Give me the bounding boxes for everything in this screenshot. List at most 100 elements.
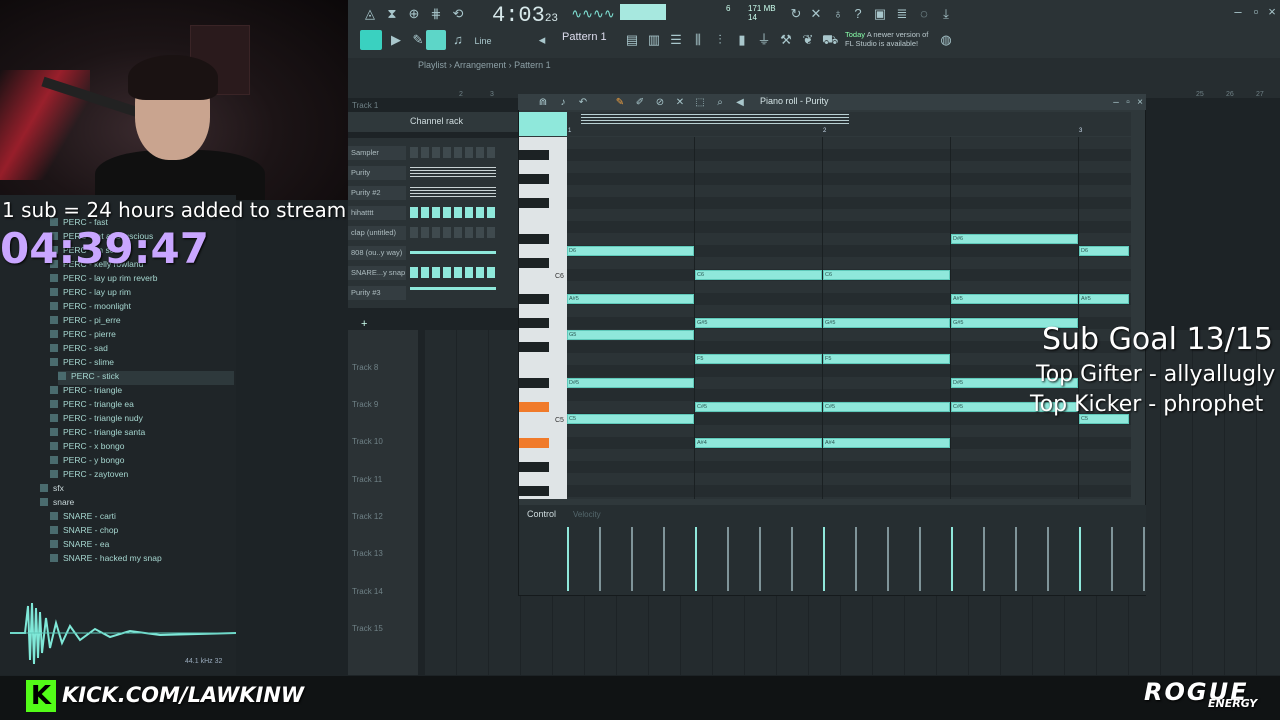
black-key[interactable] [519, 198, 549, 208]
browser-file[interactable]: PERC - slime [50, 357, 114, 371]
track-label[interactable]: Track 10 [352, 437, 383, 446]
channel-rack-icon[interactable]: ⫼ [690, 32, 706, 48]
note[interactable]: A#4 [823, 438, 950, 448]
plugin-icon[interactable]: ▮ [734, 32, 750, 48]
loop-record-icon[interactable]: ⟲ [450, 6, 466, 22]
undo-icon[interactable]: ↶ [575, 95, 591, 111]
channel-rack-header[interactable]: Channel rack [348, 112, 518, 132]
step-edit-icon[interactable]: ⋕ [428, 6, 444, 22]
velocity-bar[interactable] [1047, 527, 1049, 591]
piano-roll-preview[interactable] [410, 287, 496, 290]
note[interactable]: D#5 [567, 378, 694, 388]
track-label[interactable]: Track 11 [352, 475, 382, 484]
draw-tool-button[interactable] [426, 30, 446, 50]
browser-file[interactable]: PERC - lay up rim reverb [50, 273, 157, 287]
note-icon[interactable]: ♪ [555, 95, 571, 111]
breadcrumb-playlist[interactable]: Playlist [418, 60, 447, 70]
note[interactable]: C#5 [823, 402, 950, 412]
browser-file[interactable]: SNARE - chop [50, 525, 118, 539]
browser-file[interactable]: PERC - zaytoven [50, 469, 128, 483]
browser-icon[interactable]: ☰ [668, 32, 684, 48]
note[interactable]: F5 [823, 354, 950, 364]
black-key[interactable] [519, 318, 549, 328]
piano-roll-preview[interactable] [410, 167, 496, 178]
piano-roll-corner[interactable] [519, 112, 567, 136]
browser-file[interactable]: PERC - triangle nudy [50, 413, 143, 427]
bell-icon[interactable]: ♫ [450, 32, 466, 48]
control-label[interactable]: Control [527, 509, 556, 519]
velocity-bar[interactable] [1143, 527, 1145, 591]
prev-pattern-icon[interactable]: ◂ [534, 32, 550, 48]
globe-icon[interactable]: ◍ [938, 32, 954, 48]
pencil-tool-icon[interactable]: ✎ [612, 95, 628, 111]
maximize-icon[interactable]: ▫ [1248, 4, 1264, 20]
channel-name[interactable]: Purity [348, 166, 406, 180]
magnet-icon[interactable]: ⋒ [535, 95, 551, 111]
black-key[interactable] [519, 402, 549, 412]
help-icon[interactable]: ? [850, 6, 866, 22]
note[interactable]: A#5 [951, 294, 1078, 304]
metronome-icon[interactable]: ◬ [362, 6, 378, 22]
breadcrumb-arrangement[interactable]: Arrangement [454, 60, 506, 70]
piano-roll-preview[interactable] [410, 251, 496, 254]
browser-file[interactable]: PERC - y bongo [50, 455, 124, 469]
step-sequencer-row[interactable] [410, 267, 496, 278]
velocity-bar[interactable] [951, 527, 953, 591]
track-label[interactable]: Track 13 [352, 549, 383, 558]
piano-roll-note-grid[interactable]: D#6 D6 D6 C6 C6 A#5 A#5 A#5 G#5 G#5 G#5 G5 F5 F5 D#5 D#… [567, 137, 1131, 499]
velocity-bar[interactable] [855, 527, 857, 591]
track-label[interactable]: Track 14 [352, 587, 383, 596]
black-key[interactable] [519, 378, 549, 388]
velocity-bar[interactable] [1015, 527, 1017, 591]
save-icon[interactable]: ▣ [872, 6, 888, 22]
browser-file[interactable]: PERC - triangle ea [50, 399, 134, 413]
black-key[interactable] [519, 438, 549, 448]
black-key[interactable] [519, 462, 549, 472]
browser-file[interactable]: PERC - triangle santa [50, 427, 145, 441]
velocity-bar[interactable] [919, 527, 921, 591]
channel-name[interactable]: hihatttt [348, 206, 406, 220]
velocity-bar[interactable] [791, 527, 793, 591]
track-label[interactable]: Track 8 [352, 363, 378, 372]
event-editor[interactable]: Control Velocity [519, 505, 1146, 595]
channel-url[interactable]: KICK.COM/LAWKINW [62, 683, 304, 707]
close-icon[interactable]: × [1264, 4, 1280, 20]
black-key[interactable] [519, 174, 549, 184]
playlist-icon[interactable]: ▤ [624, 32, 640, 48]
control-parameter[interactable]: Velocity [573, 510, 601, 519]
note[interactable]: G#5 [823, 318, 950, 328]
step-sequencer-row[interactable] [410, 227, 496, 238]
browser-file[interactable]: PERC - x bongo [50, 441, 124, 455]
track-label[interactable]: Track 15 [352, 624, 383, 633]
note[interactable]: C5 [567, 414, 694, 424]
play-icon[interactable]: ▶ [388, 32, 404, 48]
channel-name[interactable]: clap (untitled) [348, 226, 406, 240]
piano-roll-ruler[interactable] [567, 112, 1131, 136]
track-label[interactable]: Track 12 [352, 512, 383, 521]
snap-select[interactable]: Line [470, 33, 496, 49]
breadcrumb-pattern[interactable]: Pattern 1 [514, 60, 551, 70]
plug-icon[interactable]: ⏚ [756, 32, 772, 48]
download-icon[interactable]: ⤓ [938, 6, 954, 22]
channel-name[interactable]: Sampler [348, 146, 406, 160]
note[interactable]: D6 [567, 246, 694, 256]
black-key[interactable] [519, 258, 549, 268]
browser-file[interactable]: SNARE - hacked my snap [50, 553, 162, 567]
mixer-view-icon[interactable]: ⫶ [712, 32, 728, 48]
note[interactable]: F5 [695, 354, 822, 364]
channel-name[interactable]: Purity #3 [348, 286, 406, 300]
note[interactable]: A#5 [567, 294, 694, 304]
mixer-icon[interactable]: ✕ [808, 6, 824, 22]
channel-name[interactable]: 808 (ou..y way) [348, 246, 406, 260]
note[interactable]: A#5 [1079, 294, 1130, 304]
velocity-bar[interactable] [599, 527, 601, 591]
count-in-icon[interactable]: ⊕ [406, 6, 422, 22]
velocity-bar[interactable] [759, 527, 761, 591]
refresh-icon[interactable]: ↻ [788, 6, 804, 22]
note[interactable]: A#4 [695, 438, 822, 448]
wait-icon[interactable]: ⧗ [384, 6, 400, 22]
pattern-mode-button[interactable] [360, 30, 382, 50]
browser-file[interactable]: PERC - moonlight [50, 301, 131, 315]
mic-icon[interactable]: ♁ [830, 6, 846, 22]
brush-tool-icon[interactable]: ✐ [632, 95, 648, 111]
